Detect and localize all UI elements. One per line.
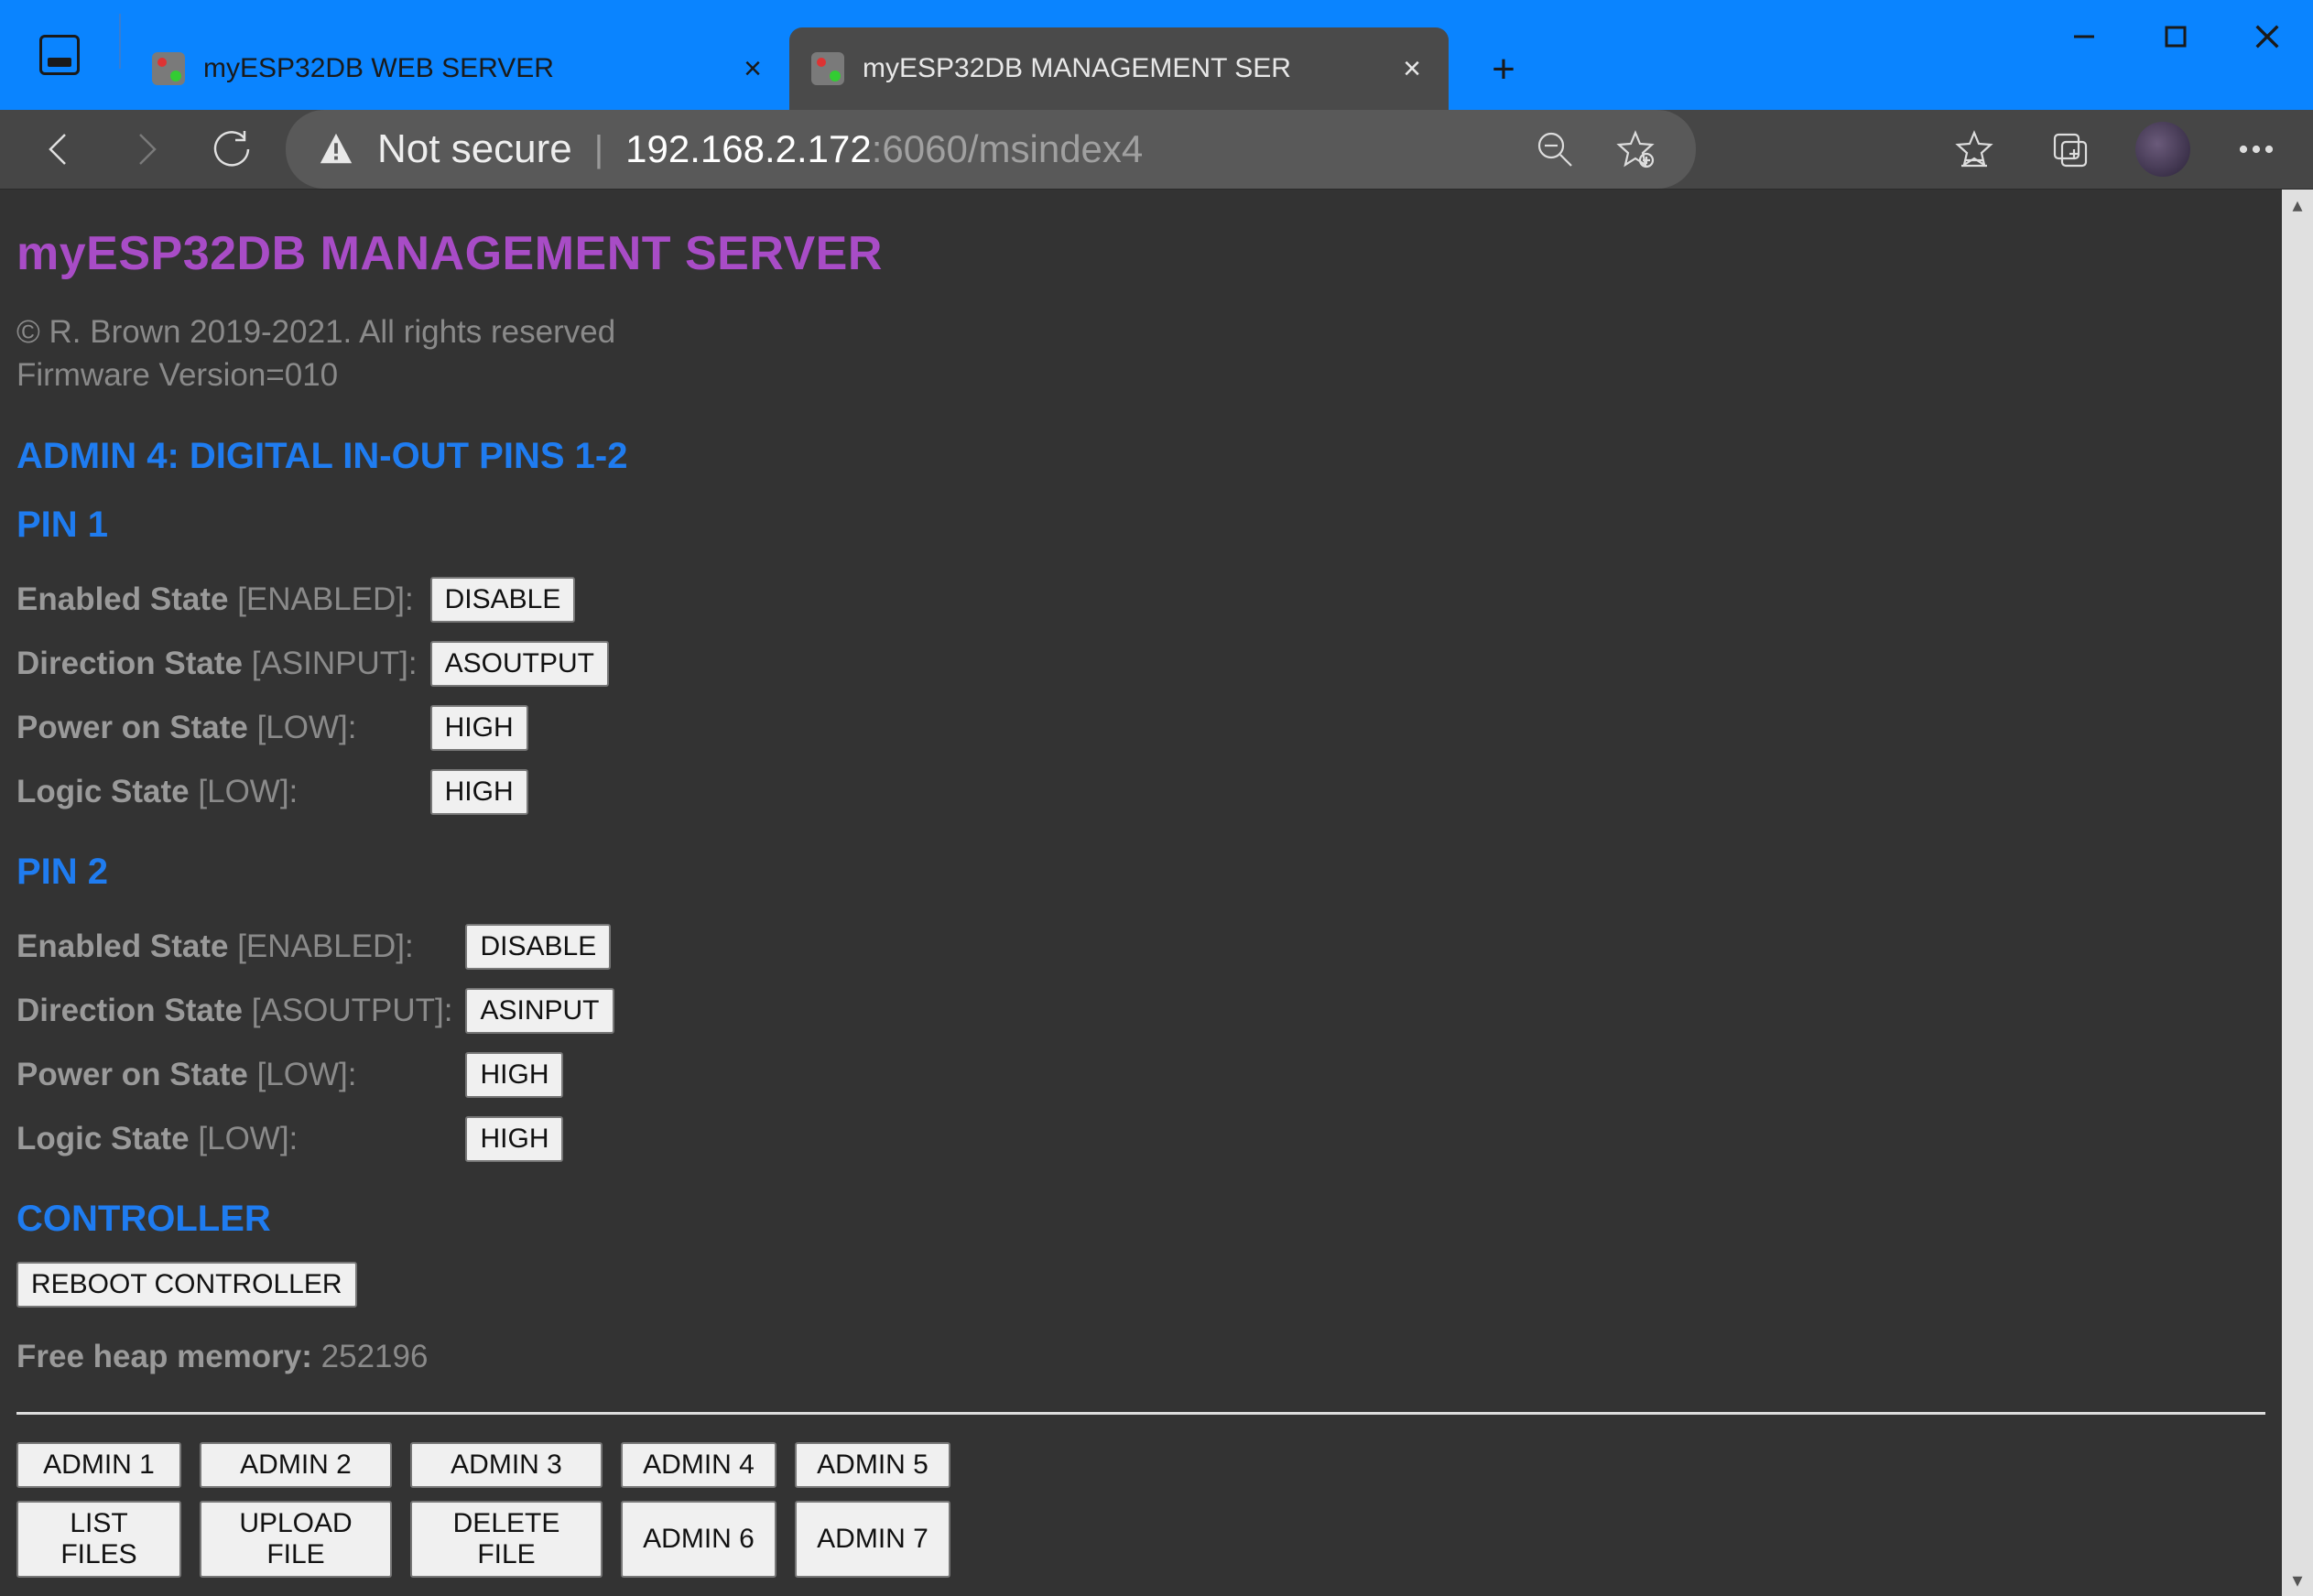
list-files-button[interactable]: LIST FILES bbox=[16, 1501, 181, 1578]
url-host: 192.168.2.172 bbox=[625, 127, 872, 170]
pin1-enabled-toggle-button[interactable]: DISABLE bbox=[430, 577, 576, 623]
app-menu-icon[interactable] bbox=[0, 0, 119, 110]
browser-window: myESP32DB WEB SERVER × myESP32DB MANAGEM… bbox=[0, 0, 2313, 1477]
pin2-table: Enabled State [ENABLED]: DISABLE Directi… bbox=[16, 915, 627, 1171]
favicon-icon bbox=[152, 52, 185, 85]
more-menu-icon[interactable] bbox=[2227, 120, 2286, 179]
row-label: Power on State bbox=[16, 710, 248, 745]
admin-nav-grid: ADMIN 1 ADMIN 2 ADMIN 3 ADMIN 4 ADMIN 5 … bbox=[16, 1442, 2265, 1578]
profile-avatar[interactable] bbox=[2135, 122, 2190, 177]
row-value: [LOW]: bbox=[257, 1057, 357, 1092]
reboot-controller-button[interactable]: REBOOT CONTROLLER bbox=[16, 1262, 357, 1308]
url-path: :6060/msindex4 bbox=[872, 127, 1144, 170]
firmware-version: Firmware Version=010 bbox=[16, 353, 2265, 396]
row-value: [ASINPUT]: bbox=[252, 646, 418, 681]
window-controls bbox=[2038, 0, 2313, 73]
admin-4-button[interactable]: ADMIN 4 bbox=[621, 1442, 776, 1488]
tab-label: myESP32DB WEB SERVER bbox=[203, 53, 720, 84]
table-row: Enabled State [ENABLED]: DISABLE bbox=[16, 568, 622, 632]
admin-6-button[interactable]: ADMIN 6 bbox=[621, 1501, 776, 1578]
row-label: Enabled State bbox=[16, 581, 228, 617]
favorites-icon[interactable] bbox=[1945, 120, 2004, 179]
titlebar: myESP32DB WEB SERVER × myESP32DB MANAGEM… bbox=[0, 0, 2313, 110]
minimize-button[interactable] bbox=[2038, 0, 2130, 73]
zoom-out-icon[interactable] bbox=[1526, 120, 1584, 179]
url: 192.168.2.172:6060/msindex4 bbox=[625, 127, 1143, 171]
pin2-logic-toggle-button[interactable]: HIGH bbox=[465, 1116, 563, 1162]
heap-value: 252196 bbox=[321, 1339, 429, 1374]
pin1-heading: PIN 1 bbox=[16, 505, 2265, 546]
admin-5-button[interactable]: ADMIN 5 bbox=[795, 1442, 950, 1488]
pin2-direction-toggle-button[interactable]: ASINPUT bbox=[465, 988, 614, 1034]
delete-file-button[interactable]: DELETE FILE bbox=[410, 1501, 603, 1578]
pin2-poweron-toggle-button[interactable]: HIGH bbox=[465, 1052, 563, 1098]
row-value: [LOW]: bbox=[257, 710, 357, 745]
tab-1[interactable]: myESP32DB WEB SERVER × bbox=[130, 27, 789, 110]
section-heading: ADMIN 4: DIGITAL IN-OUT PINS 1-2 bbox=[16, 436, 2265, 477]
row-label: Logic State bbox=[16, 774, 190, 809]
refresh-button[interactable] bbox=[200, 117, 264, 181]
new-tab-button[interactable]: + bbox=[1467, 33, 1540, 106]
divider bbox=[119, 14, 121, 69]
pin1-table: Enabled State [ENABLED]: DISABLE Directi… bbox=[16, 568, 622, 824]
divider-rule bbox=[16, 1412, 2265, 1415]
table-row: Direction State [ASOUTPUT]: ASINPUT bbox=[16, 979, 627, 1043]
page-title: myESP32DB MANAGEMENT SERVER bbox=[16, 226, 2265, 281]
separator: | bbox=[594, 129, 603, 170]
close-tab-icon[interactable]: × bbox=[738, 51, 767, 87]
row-label: Logic State bbox=[16, 1121, 190, 1156]
collections-icon[interactable] bbox=[2040, 120, 2099, 179]
controller-heading: CONTROLLER bbox=[16, 1199, 2265, 1240]
admin-1-button[interactable]: ADMIN 1 bbox=[16, 1442, 181, 1488]
copyright-text: © R. Brown 2019-2021. All rights reserve… bbox=[16, 310, 2265, 353]
tab-strip: myESP32DB WEB SERVER × myESP32DB MANAGEM… bbox=[130, 0, 1540, 110]
pin1-logic-toggle-button[interactable]: HIGH bbox=[430, 769, 528, 815]
tab-label: myESP32DB MANAGEMENT SER bbox=[863, 53, 1379, 84]
close-tab-icon[interactable]: × bbox=[1397, 51, 1427, 87]
row-label: Direction State bbox=[16, 646, 243, 681]
admin-7-button[interactable]: ADMIN 7 bbox=[795, 1501, 950, 1578]
page-content: myESP32DB MANAGEMENT SERVER © R. Brown 2… bbox=[0, 190, 2282, 1596]
row-value: [LOW]: bbox=[198, 774, 298, 809]
favorite-star-icon[interactable] bbox=[1606, 120, 1665, 179]
table-row: Power on State [LOW]: HIGH bbox=[16, 1043, 627, 1107]
admin-2-button[interactable]: ADMIN 2 bbox=[200, 1442, 392, 1488]
vertical-scrollbar[interactable]: ▴ ▾ bbox=[2282, 190, 2313, 1596]
pin1-direction-toggle-button[interactable]: ASOUTPUT bbox=[430, 641, 609, 687]
back-button[interactable] bbox=[27, 117, 92, 181]
row-value: [ENABLED]: bbox=[237, 928, 414, 964]
upload-file-button[interactable]: UPLOAD FILE bbox=[200, 1501, 392, 1578]
maximize-button[interactable] bbox=[2130, 0, 2221, 73]
address-bar[interactable]: Not secure | 192.168.2.172:6060/msindex4 bbox=[286, 110, 1696, 189]
table-row: Direction State [ASINPUT]: ASOUTPUT bbox=[16, 632, 622, 696]
row-label: Enabled State bbox=[16, 928, 228, 964]
heap-label: Free heap memory: bbox=[16, 1339, 312, 1374]
pin1-poweron-toggle-button[interactable]: HIGH bbox=[430, 705, 528, 751]
scroll-down-arrow-icon[interactable]: ▾ bbox=[2282, 1565, 2313, 1596]
table-row: Power on State [LOW]: HIGH bbox=[16, 696, 622, 760]
tab-2-active[interactable]: myESP32DB MANAGEMENT SER × bbox=[789, 27, 1449, 110]
row-value: [LOW]: bbox=[198, 1121, 298, 1156]
row-label: Power on State bbox=[16, 1057, 248, 1092]
heap-memory-row: Free heap memory: 252196 bbox=[16, 1339, 2265, 1375]
viewport: myESP32DB MANAGEMENT SERVER © R. Brown 2… bbox=[0, 190, 2313, 1596]
row-value: [ENABLED]: bbox=[237, 581, 414, 617]
admin-3-button[interactable]: ADMIN 3 bbox=[410, 1442, 603, 1488]
close-window-button[interactable] bbox=[2221, 0, 2313, 73]
scroll-up-arrow-icon[interactable]: ▴ bbox=[2282, 190, 2313, 221]
toolbar: Not secure | 192.168.2.172:6060/msindex4 bbox=[0, 110, 2313, 190]
favicon-icon bbox=[811, 52, 844, 85]
row-value: [ASOUTPUT]: bbox=[252, 993, 453, 1028]
table-row: Logic State [LOW]: HIGH bbox=[16, 760, 622, 824]
pin2-heading: PIN 2 bbox=[16, 852, 2265, 893]
not-secure-warning-icon bbox=[317, 130, 355, 168]
table-row: Enabled State [ENABLED]: DISABLE bbox=[16, 915, 627, 979]
row-label: Direction State bbox=[16, 993, 243, 1028]
pin2-enabled-toggle-button[interactable]: DISABLE bbox=[465, 924, 611, 970]
table-row: Logic State [LOW]: HIGH bbox=[16, 1107, 627, 1171]
security-label: Not secure bbox=[377, 126, 572, 172]
forward-button[interactable] bbox=[114, 117, 178, 181]
